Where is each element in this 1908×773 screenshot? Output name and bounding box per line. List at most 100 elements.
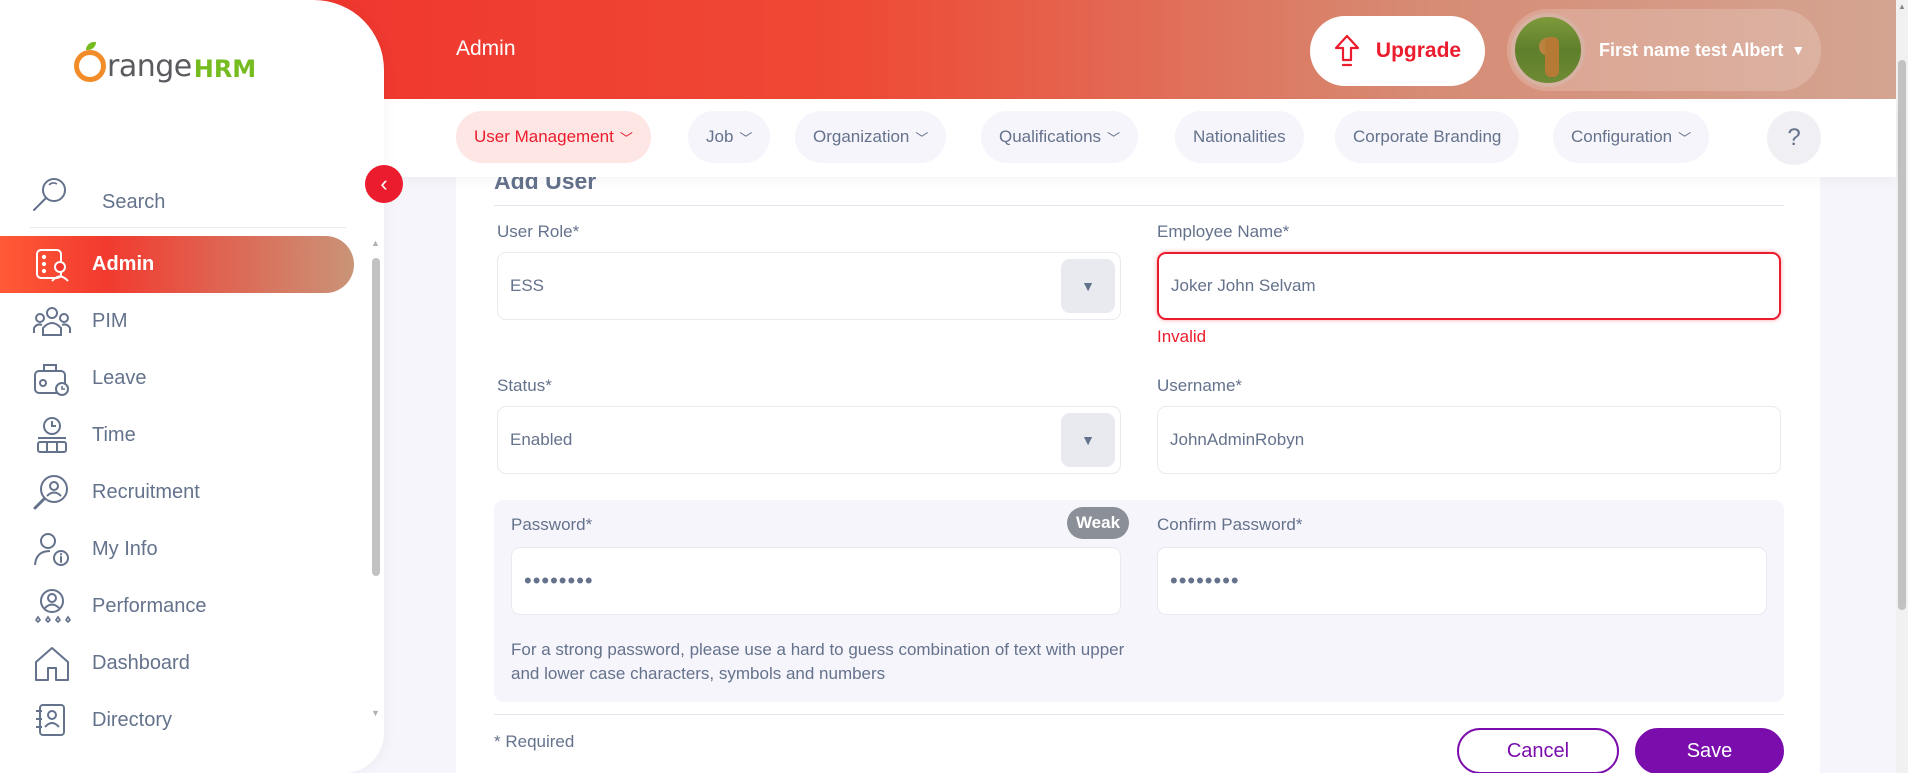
sidebar-item-label: My Info	[92, 538, 158, 560]
user-role-label: User Role*	[497, 222, 580, 241]
add-user-card: Add User User Role* ESS ▼ Employee Name*…	[456, 160, 1820, 773]
sidebar-item-time[interactable]: Time	[0, 407, 360, 464]
tab-organization[interactable]: Organization ﹀	[795, 111, 947, 163]
tab-label: Job	[706, 127, 734, 146]
my-info-icon	[32, 530, 72, 570]
confirm-password-label: Confirm Password*	[1157, 515, 1303, 534]
scroll-down-arrow-icon[interactable]: ▼	[371, 708, 380, 718]
logo-hrm: HRM	[193, 55, 257, 83]
directory-icon	[32, 701, 72, 741]
tab-label: User Management	[474, 127, 614, 146]
orange-logo-icon	[74, 42, 106, 82]
chevron-down-icon: ﹀	[1678, 130, 1692, 146]
employee-name-value: Joker John Selvam	[1171, 276, 1316, 295]
sidebar-item-pim[interactable]: PIM	[0, 293, 360, 350]
user-dropdown[interactable]: First name test Albert ▼	[1507, 9, 1821, 91]
top-header: Admin Upgrade First name test Albert ▼	[300, 0, 1896, 99]
upgrade-arrow-icon	[1334, 34, 1360, 67]
sidebar-item-dashboard[interactable]: Dashboard	[0, 635, 360, 692]
scroll-up-arrow-icon[interactable]: ▲	[371, 238, 380, 248]
employee-name-input[interactable]: Joker John Selvam	[1157, 252, 1781, 320]
status-value: Enabled	[510, 430, 573, 449]
user-role-value: ESS	[510, 276, 545, 295]
tab-corporate-branding[interactable]: Corporate Branding	[1335, 111, 1520, 163]
password-hint: For a strong password, please use a hard…	[511, 640, 1125, 683]
chevron-down-icon: ﹀	[1107, 130, 1121, 146]
user-name: First name test Albert	[1599, 39, 1784, 60]
tab-nationalities[interactable]: Nationalities	[1175, 111, 1304, 163]
tab-configuration[interactable]: Configuration ﹀	[1553, 111, 1710, 163]
chevron-left-icon: ‹	[380, 171, 388, 196]
sidebar-item-label: Directory	[92, 709, 173, 731]
avatar	[1511, 13, 1585, 87]
orangehrm-logo[interactable]: range HRM	[74, 42, 257, 84]
password-input[interactable]: ••••••••	[511, 547, 1121, 615]
sidebar-item-label: PIM	[92, 310, 128, 332]
required-note: * Required	[494, 732, 575, 751]
tab-job[interactable]: Job ﹀	[688, 111, 771, 163]
chevron-down-icon: ﹀	[739, 130, 753, 146]
password-label: Password*	[511, 515, 593, 534]
dashboard-icon	[32, 644, 72, 684]
sidebar-menu: Admin PIM Leave Time Recruitment My Info…	[0, 236, 360, 749]
status-select[interactable]: Enabled ▼	[497, 406, 1121, 474]
tab-label: Configuration	[1571, 127, 1673, 146]
caret-down-icon[interactable]: ▼	[1061, 413, 1115, 467]
employee-name-error: Invalid	[1157, 327, 1207, 346]
logo-word: range	[107, 49, 192, 84]
footer-divider	[494, 714, 1784, 715]
scroll-up-arrow-icon[interactable]: ▲	[1898, 2, 1906, 11]
tab-label: Qualifications	[999, 127, 1102, 146]
sidebar-item-recruitment[interactable]: Recruitment	[0, 464, 360, 521]
time-icon	[32, 416, 72, 456]
recruitment-icon	[32, 473, 72, 513]
sidebar-item-my-info[interactable]: My Info	[0, 521, 360, 578]
upgrade-label: Upgrade	[1375, 39, 1462, 62]
sidebar-item-performance[interactable]: Performance	[0, 578, 360, 635]
tab-label: Corporate Branding	[1353, 127, 1502, 146]
sidebar: range HRM Search Admin PIM Leave Time Re…	[0, 0, 384, 773]
leave-icon	[32, 359, 72, 399]
caret-down-icon[interactable]: ▼	[1061, 259, 1115, 313]
save-button[interactable]: Save	[1635, 728, 1784, 773]
sidebar-item-label: Performance	[92, 595, 207, 617]
tab-user-management[interactable]: User Management ﹀	[456, 111, 651, 163]
sidebar-item-directory[interactable]: Directory	[0, 692, 360, 749]
username-value: JohnAdminRobyn	[1170, 430, 1305, 449]
sidebar-item-label: Time	[92, 424, 136, 446]
cancel-button[interactable]: Cancel	[1457, 728, 1619, 773]
sidebar-item-leave[interactable]: Leave	[0, 350, 360, 407]
performance-icon	[32, 587, 72, 627]
username-label: Username*	[1157, 376, 1243, 395]
sidebar-item-label: Leave	[92, 367, 147, 389]
tab-label: Organization	[813, 127, 910, 146]
employee-name-label: Employee Name*	[1157, 222, 1290, 241]
collapse-sidebar-button[interactable]: ‹	[365, 165, 403, 203]
page-scrollbar[interactable]: ▲	[1896, 0, 1908, 773]
username-input[interactable]: JohnAdminRobyn	[1157, 406, 1781, 474]
chevron-down-icon: ﹀	[915, 130, 929, 146]
help-button[interactable]: ?	[1767, 111, 1821, 165]
password-value: ••••••••	[524, 568, 594, 593]
pim-icon	[32, 302, 72, 342]
status-label: Status*	[497, 376, 552, 395]
upgrade-button[interactable]: Upgrade	[1310, 16, 1485, 86]
sidebar-scroll-thumb[interactable]	[372, 258, 380, 576]
tab-qualifications[interactable]: Qualifications ﹀	[981, 111, 1139, 163]
tab-label: Nationalities	[1193, 127, 1286, 146]
page-title: Admin	[456, 37, 516, 60]
search-icon	[30, 175, 70, 215]
sidebar-search[interactable]: Search	[30, 162, 346, 228]
password-strength-badge: Weak	[1067, 507, 1129, 539]
top-nav: User Management ﹀ Job ﹀ Organization ﹀ Qual…	[384, 99, 1896, 177]
sidebar-item-admin[interactable]: Admin	[0, 236, 354, 293]
confirm-password-input[interactable]: ••••••••	[1157, 547, 1767, 615]
title-divider	[494, 205, 1784, 206]
page-scroll-thumb[interactable]	[1898, 60, 1906, 610]
search-label: Search	[102, 191, 166, 213]
chevron-down-icon: ﹀	[619, 130, 633, 146]
sidebar-item-label: Dashboard	[92, 652, 190, 674]
sidebar-scrollbar[interactable]: ▲ ▼	[370, 238, 382, 728]
confirm-password-value: ••••••••	[1170, 568, 1240, 593]
user-role-select[interactable]: ESS ▼	[497, 252, 1121, 320]
